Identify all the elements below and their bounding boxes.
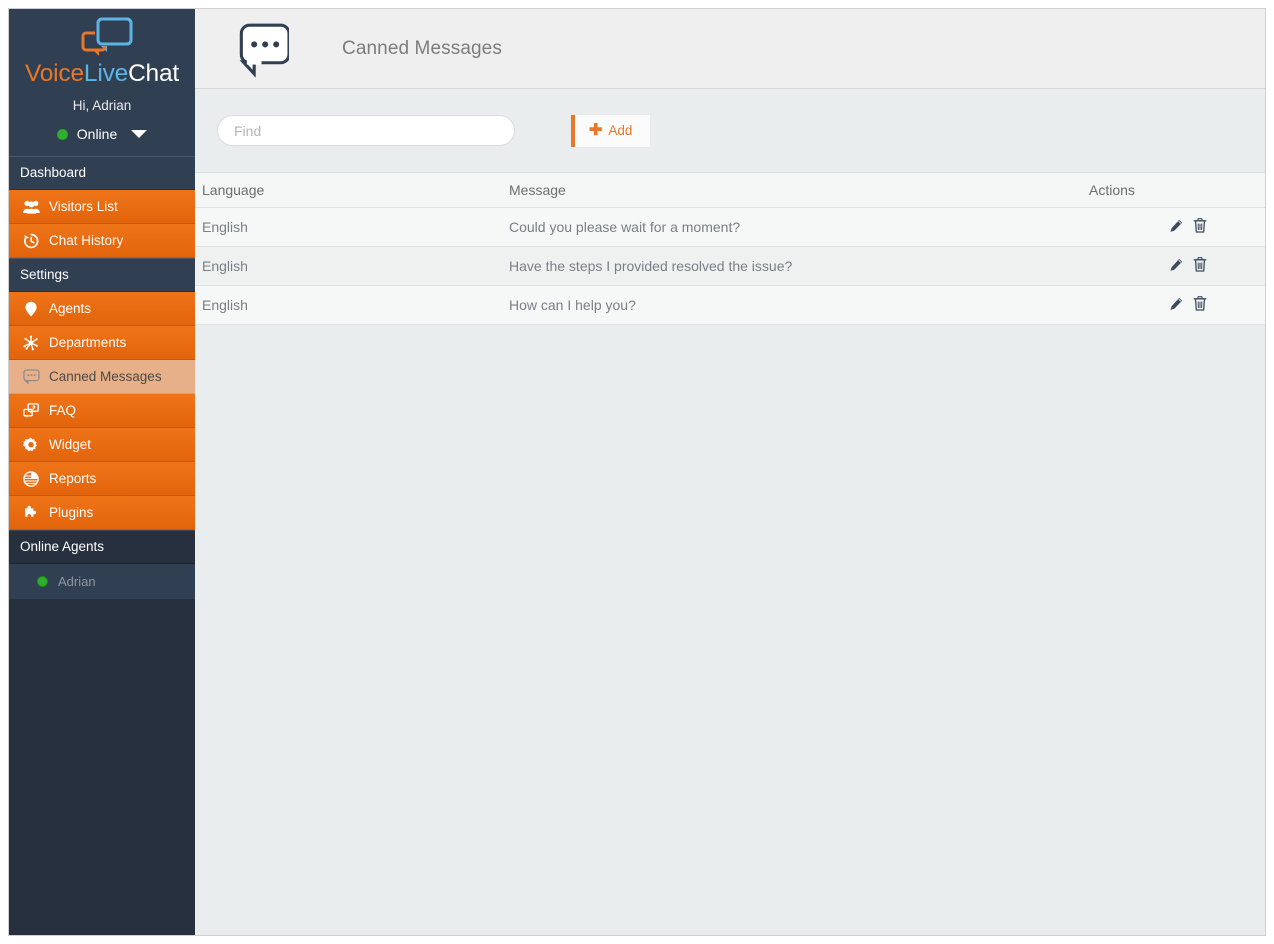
sidebar-item-label: Plugins — [49, 504, 94, 520]
sidebar-item-label: Canned Messages — [49, 368, 162, 384]
online-agent-item[interactable]: Adrian — [9, 564, 195, 599]
cell-language: English — [195, 207, 354, 247]
cell-message: How can I help you? — [354, 285, 1089, 325]
user-greeting: Hi, Adrian — [72, 98, 132, 113]
sidebar: VoiceLiveChat Hi, Adrian Online Dashboar… — [9, 9, 195, 935]
canned-messages-table-container: Language Message Actions English Could yo… — [195, 173, 1265, 935]
table-row: English Could you please wait for a momen… — [195, 207, 1265, 247]
cell-message: Could you please wait for a moment? — [354, 207, 1089, 247]
users-group-icon — [21, 200, 41, 214]
sidebar-item-chat-history[interactable]: Chat History — [9, 224, 195, 258]
cell-actions — [1089, 285, 1265, 325]
pencil-icon[interactable] — [1169, 219, 1183, 236]
trash-icon[interactable] — [1193, 257, 1207, 275]
trash-icon[interactable] — [1193, 296, 1207, 314]
departments-network-icon — [21, 335, 41, 351]
online-agents-list: Adrian — [9, 564, 195, 599]
column-header-language: Language — [195, 173, 354, 208]
main-content: Canned Messages ✚ Add Language Message A… — [195, 9, 1265, 935]
brand-word-chat: Chat — [128, 60, 180, 87]
agent-status-dot-icon — [37, 576, 48, 587]
sidebar-item-plugins[interactable]: Plugins — [9, 496, 195, 530]
application-window: VoiceLiveChat Hi, Adrian Online Dashboar… — [8, 8, 1266, 936]
speech-bubble-dots-icon — [223, 18, 289, 80]
table-body: English Could you please wait for a momen… — [195, 207, 1265, 325]
cell-language: English — [195, 285, 354, 325]
status-label: Online — [76, 126, 118, 142]
table-row: English Have the steps I provided resolve… — [195, 246, 1265, 286]
add-button[interactable]: ✚ Add — [571, 114, 651, 147]
page-title: Canned Messages — [342, 37, 502, 59]
sidebar-item-label: Agents — [49, 300, 92, 316]
sidebar-item-visitors-list[interactable]: Visitors List — [9, 190, 195, 224]
online-agent-name: Adrian — [58, 574, 96, 589]
plus-icon: ✚ — [589, 121, 603, 139]
column-header-message: Message — [354, 173, 1089, 208]
search-input[interactable] — [217, 115, 515, 146]
cell-actions — [1089, 246, 1265, 286]
sidebar-item-agents[interactable]: Agents — [9, 292, 195, 326]
sidebar-item-canned-messages[interactable]: Canned Messages — [9, 360, 195, 394]
sidebar-item-label: Departments — [49, 334, 127, 350]
column-header-actions: Actions — [1089, 173, 1265, 208]
faq-bubble-icon — [21, 402, 41, 419]
chat-bubbles-logo-icon — [9, 16, 195, 58]
sidebar-section-online-agents: Online Agents — [9, 530, 195, 564]
sidebar-item-widget[interactable]: Widget — [9, 428, 195, 462]
pie-chart-icon — [21, 470, 41, 487]
add-button-label: Add — [608, 123, 633, 138]
pencil-icon[interactable] — [1169, 258, 1183, 275]
pencil-icon[interactable] — [1169, 297, 1183, 314]
clock-history-icon — [21, 233, 41, 249]
sidebar-section-settings: Settings — [9, 258, 195, 292]
brand-word-live: Live — [83, 60, 129, 87]
row-action-group — [1089, 296, 1207, 314]
sidebar-item-departments[interactable]: Departments — [9, 326, 195, 360]
canned-messages-table: Language Message Actions English Could yo… — [195, 173, 1265, 325]
cell-language: English — [195, 246, 354, 286]
sidebar-item-label: Visitors List — [49, 198, 118, 214]
cell-actions — [1089, 207, 1265, 247]
status-dot-icon — [56, 128, 68, 140]
trash-icon[interactable] — [1193, 218, 1207, 236]
gear-icon — [21, 437, 41, 453]
sidebar-item-label: Chat History — [49, 232, 124, 248]
sidebar-navigation: Dashboard Visitors List Chat History Settin… — [9, 156, 195, 564]
sidebar-section-dashboard: Dashboard — [9, 156, 195, 190]
status-selector[interactable]: Online — [9, 126, 195, 142]
table-header: Language Message Actions — [195, 173, 1265, 208]
sidebar-item-label: Reports — [49, 470, 97, 486]
sidebar-item-reports[interactable]: Reports — [9, 462, 195, 496]
cell-message: Have the steps I provided resolved the i… — [354, 246, 1089, 286]
toolbar: ✚ Add — [195, 89, 1265, 173]
chevron-down-icon[interactable] — [131, 130, 148, 138]
brand-word-voice: Voice — [24, 60, 84, 87]
brand-block: VoiceLiveChat Hi, Adrian Online — [9, 9, 195, 156]
speech-bubble-dots-icon — [21, 369, 41, 384]
agent-headset-icon — [21, 301, 41, 317]
row-action-group — [1089, 257, 1207, 275]
table-header-row: Language Message Actions — [195, 173, 1265, 208]
sidebar-item-faq[interactable]: FAQ — [9, 394, 195, 428]
sidebar-item-label: Widget — [49, 436, 92, 452]
table-row: English How can I help you? — [195, 285, 1265, 325]
page-header: Canned Messages — [195, 9, 1265, 89]
puzzle-piece-icon — [21, 505, 41, 521]
row-action-group — [1089, 218, 1207, 236]
sidebar-filler — [9, 599, 195, 935]
brand-wordmark: VoiceLiveChat — [9, 59, 195, 89]
sidebar-item-label: FAQ — [49, 402, 77, 418]
